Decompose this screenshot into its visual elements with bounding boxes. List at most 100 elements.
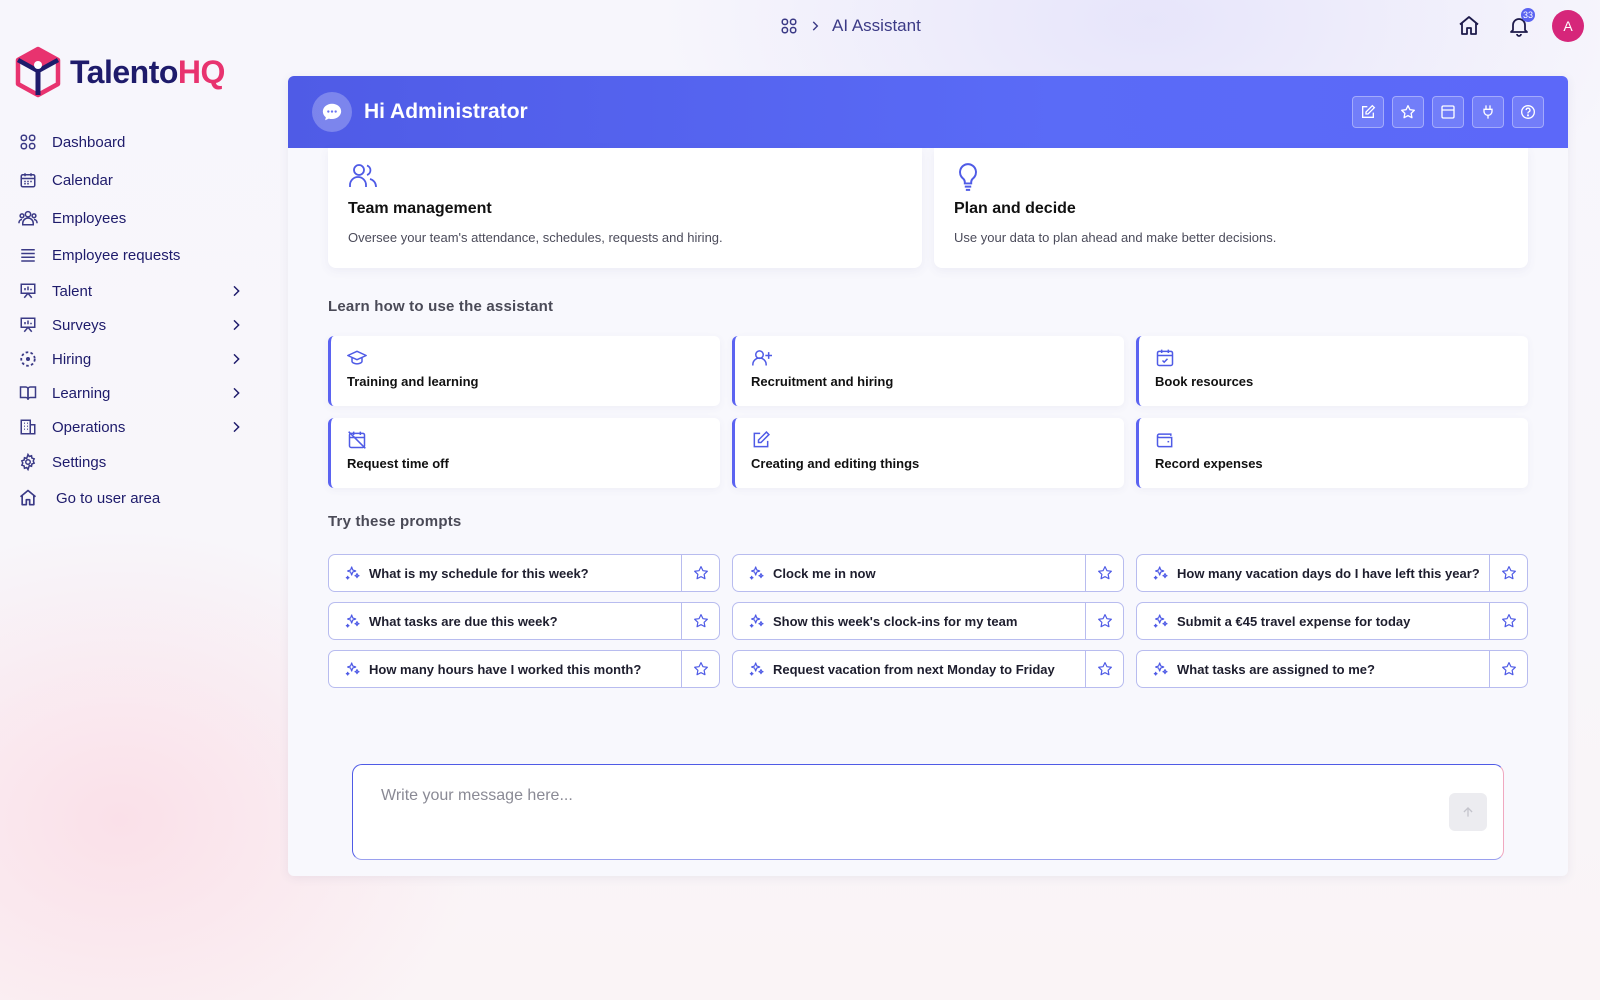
- sparkle-icon: [749, 565, 765, 581]
- sidebar-item-label: Employees: [52, 209, 127, 227]
- prompt-button[interactable]: How many hours have I worked this month?: [329, 651, 681, 687]
- sparkle-icon: [1153, 565, 1169, 581]
- star-icon: [1501, 565, 1517, 581]
- sparkle-icon: [1153, 661, 1169, 677]
- favorite-prompt-button[interactable]: [1085, 651, 1123, 687]
- feature-description: Oversee your team's attendance, schedule…: [348, 230, 723, 245]
- sidebar-item-hiring[interactable]: Hiring: [14, 342, 246, 376]
- presentation-icon: [18, 315, 38, 335]
- prompt-button[interactable]: How many vacation days do I have left th…: [1137, 555, 1489, 591]
- edit-icon: [1362, 104, 1376, 118]
- learn-card-record-expenses[interactable]: Record expenses: [1136, 418, 1528, 488]
- sidebar-item-label: Dashboard: [52, 133, 126, 151]
- feature-card-team-management[interactable]: Team management Oversee your team's atte…: [328, 148, 922, 268]
- favorite-prompt-button[interactable]: [681, 555, 719, 591]
- calendar-off-icon: [347, 430, 367, 450]
- message-input[interactable]: [353, 765, 1503, 859]
- sidebar-item-label: Learning: [52, 384, 111, 402]
- learn-card-label: Request time off: [347, 456, 449, 471]
- favorite-prompt-button[interactable]: [1489, 651, 1527, 687]
- learn-card-label: Record expenses: [1155, 456, 1263, 471]
- assistant-header: Hi Administrator: [288, 76, 1568, 148]
- favorite-prompt-button[interactable]: [1489, 555, 1527, 591]
- panel-icon: [1441, 105, 1455, 119]
- apps-grid-icon[interactable]: [780, 17, 798, 35]
- learn-card-book-resources[interactable]: Book resources: [1136, 336, 1528, 406]
- prompt-text: What tasks are assigned to me?: [1177, 661, 1375, 677]
- building-icon: [18, 417, 38, 437]
- prompt-text: Clock me in now: [773, 565, 876, 581]
- favorite-prompt-button[interactable]: [681, 651, 719, 687]
- calendar-check-icon: [1155, 348, 1175, 368]
- prompt-chip: What tasks are due this week?: [328, 602, 720, 640]
- home-button[interactable]: [1452, 9, 1486, 43]
- favorite-prompt-button[interactable]: [681, 603, 719, 639]
- sidebar-item-employee-requests[interactable]: Employee requests: [14, 236, 246, 274]
- star-icon: [693, 661, 709, 677]
- sidebar-item-talent[interactable]: Talent: [14, 274, 246, 308]
- send-button[interactable]: [1449, 793, 1487, 831]
- feature-card-plan-and-decide[interactable]: Plan and decide Use your data to plan ah…: [934, 148, 1528, 268]
- star-icon: [1097, 661, 1113, 677]
- sidebar-item-go-to-user-area[interactable]: Go to user area: [14, 480, 246, 516]
- lightbulb-icon: [954, 162, 986, 194]
- users-icon: [18, 208, 38, 228]
- star-icon: [693, 613, 709, 629]
- sidebar-item-label: Operations: [52, 418, 126, 436]
- logo[interactable]: TalentoHQ: [14, 46, 225, 98]
- prompt-button[interactable]: Submit a €45 travel expense for today: [1137, 603, 1489, 639]
- favorite-prompt-button[interactable]: [1085, 603, 1123, 639]
- grid-icon: [18, 132, 38, 152]
- logo-text: TalentoHQ: [70, 53, 225, 90]
- prompt-text: What tasks are due this week?: [369, 613, 558, 629]
- avatar[interactable]: A: [1552, 10, 1584, 42]
- favorite-prompt-button[interactable]: [1489, 603, 1527, 639]
- learn-card-time-off[interactable]: Request time off: [328, 418, 720, 488]
- sidebar-item-calendar[interactable]: Calendar: [14, 160, 246, 200]
- prompt-button[interactable]: Show this week's clock-ins for my team: [733, 603, 1085, 639]
- prompt-button[interactable]: What is my schedule for this week?: [329, 555, 681, 591]
- star-icon: [1501, 661, 1517, 677]
- panel-layout-button[interactable]: [1432, 96, 1464, 128]
- list-icon: [18, 245, 38, 265]
- arrow-up-icon: [1463, 807, 1473, 817]
- calendar-icon: [18, 170, 38, 190]
- sidebar-item-settings[interactable]: Settings: [14, 444, 246, 480]
- feature-description: Use your data to plan ahead and make bet…: [954, 230, 1277, 245]
- logo-cube-icon: [15, 46, 61, 98]
- sparkle-icon: [345, 613, 361, 629]
- sidebar-item-dashboard[interactable]: Dashboard: [14, 124, 246, 160]
- learn-card-label: Book resources: [1155, 374, 1254, 389]
- prompt-button[interactable]: Request vacation from next Monday to Fri…: [733, 651, 1085, 687]
- breadcrumb-current: AI Assistant: [832, 16, 921, 35]
- sparkle-icon: [749, 661, 765, 677]
- sidebar-item-surveys[interactable]: Surveys: [14, 308, 246, 342]
- breadcrumb: AI Assistant: [780, 14, 921, 38]
- prompts-section-title: Try these prompts: [328, 513, 462, 530]
- sidebar-nav: Dashboard Calendar Employees Employee re…: [14, 124, 246, 516]
- learn-card-recruitment[interactable]: Recruitment and hiring: [732, 336, 1124, 406]
- sidebar-item-operations[interactable]: Operations: [14, 410, 246, 444]
- help-button[interactable]: [1512, 96, 1544, 128]
- prompt-button[interactable]: What tasks are assigned to me?: [1137, 651, 1489, 687]
- sidebar-item-employees[interactable]: Employees: [14, 200, 246, 236]
- integrations-button[interactable]: [1472, 96, 1504, 128]
- prompt-chip: Submit a €45 travel expense for today: [1136, 602, 1528, 640]
- learn-card-creating-editing[interactable]: Creating and editing things: [732, 418, 1124, 488]
- prompt-button[interactable]: Clock me in now: [733, 555, 1085, 591]
- notifications-button[interactable]: 33: [1502, 8, 1536, 43]
- new-chat-button[interactable]: [1352, 96, 1384, 128]
- favorite-prompt-button[interactable]: [1085, 555, 1123, 591]
- edit-icon: [751, 430, 771, 450]
- assistant-greeting: Hi Administrator: [364, 100, 528, 123]
- chevron-right-icon: [228, 317, 244, 333]
- learn-card-training[interactable]: Training and learning: [328, 336, 720, 406]
- sidebar-item-label: Surveys: [52, 316, 107, 334]
- chevron-right-icon: [808, 19, 822, 33]
- chevron-right-icon: [228, 385, 244, 401]
- dashed-circle-icon: [18, 349, 38, 369]
- star-icon: [1501, 613, 1517, 629]
- sidebar-item-learning[interactable]: Learning: [14, 376, 246, 410]
- prompt-button[interactable]: What tasks are due this week?: [329, 603, 681, 639]
- favorites-button[interactable]: [1392, 96, 1424, 128]
